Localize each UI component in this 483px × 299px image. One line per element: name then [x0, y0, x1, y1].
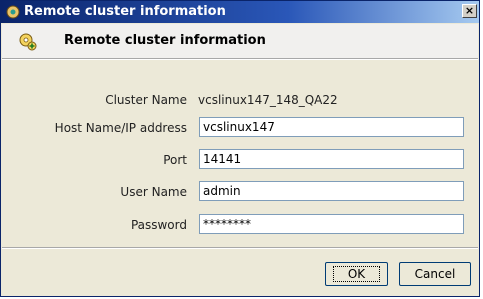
host-input[interactable]: vcslinux147: [199, 117, 464, 137]
banner-title: Remote cluster information: [64, 33, 266, 48]
close-button[interactable]: ×: [462, 4, 477, 18]
cluster-name-value: vcslinux147_148_QA22: [198, 93, 338, 107]
dialog-window: Remote cluster information × Remote clus…: [0, 0, 480, 297]
password-input[interactable]: ********: [199, 214, 464, 234]
gear-add-icon: [19, 33, 37, 51]
port-label: Port: [163, 153, 187, 167]
user-name-input[interactable]: admin: [199, 181, 464, 201]
user-name-label: User Name: [120, 185, 187, 199]
cancel-button[interactable]: Cancel: [399, 262, 471, 286]
cluster-app-icon: [6, 5, 20, 19]
cluster-name-label: Cluster Name: [105, 93, 187, 107]
password-label: Password: [130, 218, 187, 232]
header-banner: Remote cluster information: [2, 24, 478, 58]
footer-divider: [2, 247, 478, 249]
title-bar[interactable]: Remote cluster information ×: [1, 1, 479, 23]
host-label: Host Name/IP address: [54, 121, 187, 135]
port-input[interactable]: 14141: [199, 149, 464, 169]
window-title: Remote cluster information: [24, 4, 226, 19]
ok-button[interactable]: OK: [325, 262, 388, 286]
banner-divider: [2, 58, 478, 60]
ok-button-label: OK: [332, 266, 381, 282]
